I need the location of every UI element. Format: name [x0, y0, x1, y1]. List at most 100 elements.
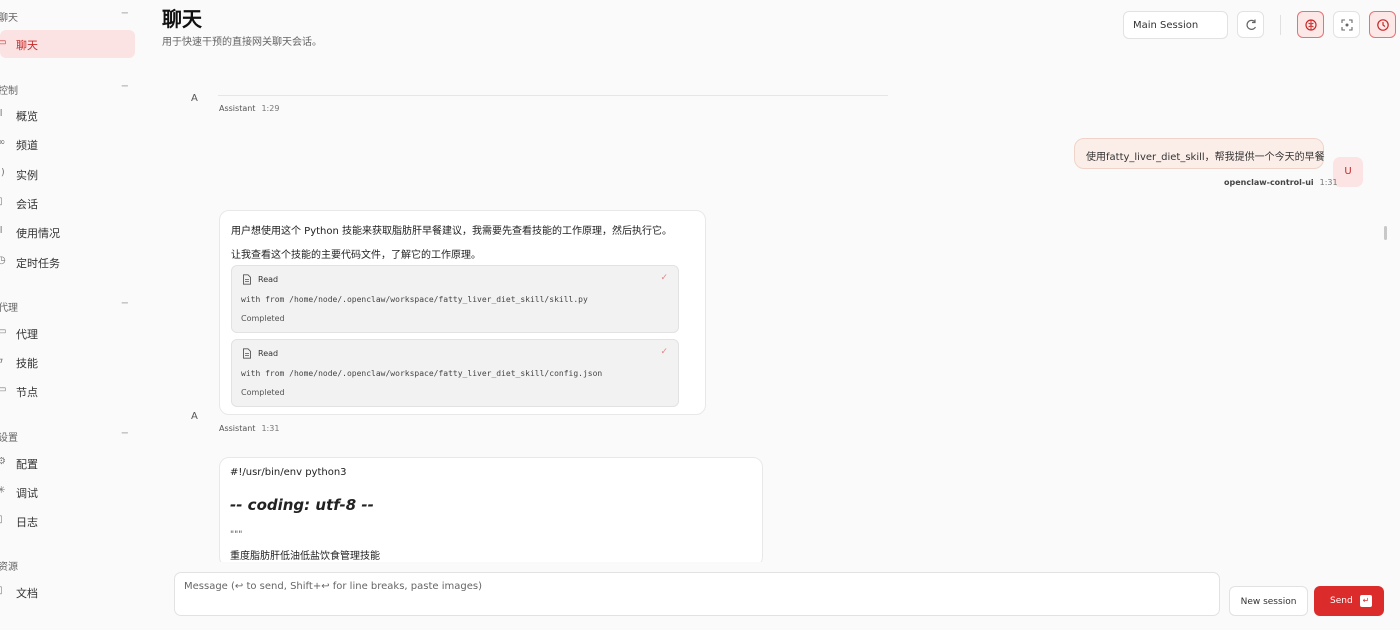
thinking-toggle-button[interactable]	[1297, 11, 1324, 38]
sidebar-item-label: 文档	[16, 587, 38, 600]
timestamp: 1:31	[261, 424, 280, 433]
bug-icon: ✳	[0, 486, 6, 496]
assistant-message-card: 用户想使用这个 Python 技能来获取脂肪肝早餐建议，我需要先查看技能的工作原…	[219, 210, 706, 415]
sidebar-item-label: 节点	[16, 386, 38, 399]
sender-name: Assistant	[219, 104, 256, 113]
enter-key-icon: ↵	[1360, 595, 1372, 607]
sidebar-item-instances[interactable]: )) 实例	[0, 160, 135, 188]
brain-icon	[1305, 19, 1317, 31]
document-icon	[243, 274, 251, 285]
section-header-settings[interactable]: 设置 −	[0, 427, 135, 445]
page-title: 聊天	[162, 7, 202, 31]
section-header-resources[interactable]: 资源	[0, 556, 135, 574]
sidebar-item-channels[interactable]: ∞ 频道	[0, 130, 135, 158]
sidebar-item-debug[interactable]: ✳ 调试	[0, 478, 135, 506]
collapse-icon[interactable]: −	[121, 428, 129, 439]
section-header-chat[interactable]: 聊天 −	[0, 7, 135, 25]
send-button[interactable]: Send ↵	[1314, 586, 1384, 616]
section-label: 代理	[0, 303, 18, 314]
link-icon: ∞	[0, 138, 6, 148]
sidebar-item-agents[interactable]: ▭ 代理	[0, 319, 135, 347]
tool-name: Read	[258, 275, 279, 284]
message-text: """	[230, 530, 243, 540]
sidebar-item-label: 概览	[16, 110, 38, 123]
scrollbar-thumb[interactable]	[1384, 226, 1387, 240]
folder-icon: ▭	[0, 327, 7, 337]
clock-icon: ◷	[0, 256, 6, 266]
refresh-button[interactable]	[1237, 11, 1264, 38]
monitor-icon: ▭	[0, 385, 7, 395]
sidebar-item-label: 会话	[16, 198, 38, 211]
message-separator	[218, 95, 888, 96]
sender-name: openclaw-control-ui	[1224, 178, 1314, 187]
sidebar-item-cron[interactable]: ◷ 定时任务	[0, 248, 135, 276]
sidebar-item-sessions[interactable]: ▯ 会话	[0, 189, 135, 217]
section-header-agents[interactable]: 代理 −	[0, 297, 135, 315]
sender-name: Assistant	[219, 424, 256, 433]
new-session-button[interactable]: New session	[1229, 586, 1308, 616]
section-label: 控制	[0, 86, 18, 97]
assistant-message-card: #!/usr/bin/env python3 -- coding: utf-8 …	[219, 457, 763, 567]
book-icon: ▯	[0, 586, 7, 596]
sidebar-item-usage[interactable]: ıl 使用情况	[0, 218, 135, 246]
session-select[interactable]: Main Session	[1123, 11, 1228, 39]
user-message-bubble: 使用fatty_liver_diet_skill，帮我提供一个今天的早餐	[1074, 138, 1325, 169]
sidebar-item-docs[interactable]: ▯ 文档	[0, 578, 135, 606]
collapse-icon[interactable]: −	[121, 81, 129, 92]
assistant-avatar: A	[191, 93, 198, 104]
header-divider	[1280, 15, 1281, 35]
tool-command: with from /home/node/.openclaw/workspace…	[241, 369, 603, 378]
timestamp: 1:31	[1319, 178, 1338, 187]
check-icon: ✓	[660, 273, 668, 283]
sidebar-item-logs[interactable]: ▯ 日志	[0, 507, 135, 535]
sidebar-item-label: 频道	[16, 139, 38, 152]
sidebar-item-nodes[interactable]: ▭ 节点	[0, 377, 135, 405]
page-subtitle: 用于快速干预的直接网关聊天会话。	[162, 37, 322, 48]
clock-icon	[1377, 19, 1389, 31]
document-icon	[243, 348, 251, 359]
history-button[interactable]	[1369, 11, 1396, 38]
log-icon: ▯	[0, 515, 7, 525]
message-text: 让我查看这个技能的主要代码文件，了解它的工作原理。	[231, 250, 481, 261]
message-meta: Assistant 1:31	[219, 424, 279, 433]
sidebar-item-label: 定时任务	[16, 257, 60, 270]
sidebar-item-label: 代理	[16, 328, 38, 341]
collapse-icon[interactable]: −	[121, 298, 129, 309]
chat-icon: ▭	[0, 38, 7, 48]
section-header-control[interactable]: 控制 −	[0, 80, 135, 98]
section-label: 资源	[0, 562, 18, 573]
lightning-icon: ϟ	[0, 356, 4, 366]
tool-command: with from /home/node/.openclaw/workspace…	[241, 295, 588, 304]
collapse-icon[interactable]: −	[121, 8, 129, 19]
send-label: Send	[1330, 596, 1353, 606]
message-text: #!/usr/bin/env python3	[230, 467, 347, 478]
message-meta: Assistant 1:29	[219, 104, 279, 113]
bar-chart-icon: ıl	[0, 109, 3, 119]
sidebar-item-overview[interactable]: ıl 概览	[0, 101, 135, 129]
sidebar-item-label: 聊天	[16, 39, 38, 52]
message-heading: -- coding: utf-8 --	[230, 496, 374, 514]
message-text: 用户想使用这个 Python 技能来获取脂肪肝早餐建议，我需要先查看技能的工作原…	[231, 226, 673, 237]
check-icon: ✓	[660, 347, 668, 357]
usage-icon: ıl	[0, 226, 3, 236]
sidebar-item-config[interactable]: ⚙ 配置	[0, 449, 135, 477]
sidebar-item-skills[interactable]: ϟ 技能	[0, 348, 135, 376]
broadcast-icon: ))	[0, 168, 5, 178]
tool-name: Read	[258, 349, 279, 358]
message-text: 重度脂肪肝低油低盐饮食管理技能	[230, 551, 380, 562]
refresh-icon	[1246, 19, 1257, 30]
message-input[interactable]: Message (↩ to send, Shift+↩ for line bre…	[174, 572, 1220, 616]
sidebar-item-label: 使用情况	[16, 227, 60, 240]
sidebar-item-label: 调试	[16, 487, 38, 500]
focus-mode-button[interactable]	[1333, 11, 1360, 38]
timestamp: 1:29	[261, 104, 280, 113]
focus-icon	[1341, 19, 1353, 31]
tool-call-card[interactable]: Read ✓ with from /home/node/.openclaw/wo…	[231, 265, 679, 333]
sidebar-item-label: 配置	[16, 458, 38, 471]
section-label: 聊天	[0, 13, 18, 24]
tool-call-card[interactable]: Read ✓ with from /home/node/.openclaw/wo…	[231, 339, 679, 407]
sidebar-item-chat[interactable]: ▭ 聊天	[0, 30, 135, 58]
file-icon: ▯	[0, 197, 7, 207]
sidebar-item-label: 技能	[16, 357, 38, 370]
assistant-avatar: A	[191, 411, 198, 422]
